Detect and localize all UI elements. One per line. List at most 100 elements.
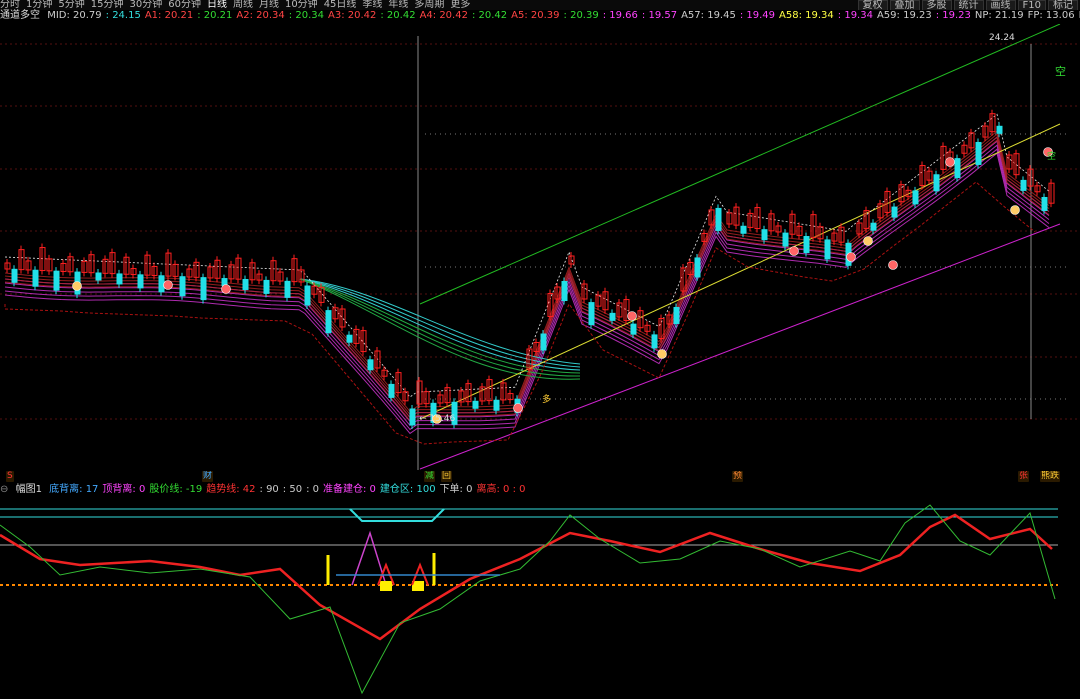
candle-body-115 xyxy=(824,239,831,260)
yellow-signal-block-0 xyxy=(380,581,392,591)
legend-item-19: : 19.23 xyxy=(935,10,971,21)
event-marker-4[interactable]: 预 xyxy=(732,471,744,482)
signal-coin-icon-1 xyxy=(163,280,173,290)
candle-body-67 xyxy=(472,400,479,409)
candle-body-19 xyxy=(137,274,144,289)
legend-item-12: : 19.66 xyxy=(602,10,638,21)
candle-body-7 xyxy=(53,270,60,291)
low-price-label: ← 15.46 xyxy=(419,414,456,424)
main-candlestick-chart[interactable] xyxy=(0,24,1080,470)
candle-body-100 xyxy=(715,207,722,231)
red-ribbon-1 xyxy=(4,133,1050,416)
candle-body-1 xyxy=(11,268,18,283)
candle-body-139 xyxy=(996,125,1003,134)
legend-item-13: : 19.57 xyxy=(641,10,678,21)
candle-body-97 xyxy=(694,257,701,278)
event-marker-5[interactable]: 张 xyxy=(1018,471,1030,482)
signal-coin-icon-9 xyxy=(863,236,873,246)
buildup-zone-shape xyxy=(349,508,445,522)
price-line xyxy=(0,504,1056,695)
candle-body-82 xyxy=(588,302,595,326)
signal-coin-icon-11 xyxy=(945,157,955,167)
candle-body-136 xyxy=(975,141,982,165)
trend-line xyxy=(0,513,1053,641)
legend-item-4: A2: 20.34 xyxy=(236,10,285,21)
candle-body-43 xyxy=(304,285,311,306)
sub-oscillator-chart[interactable] xyxy=(0,497,1080,699)
signal-kong-tag-2: 空 xyxy=(1047,152,1057,162)
sub-legend-item-3: 趋势线: 42 xyxy=(206,484,256,495)
candle-body-112 xyxy=(803,236,810,254)
candle-body-22 xyxy=(158,275,165,293)
candle-body-91 xyxy=(651,334,658,349)
event-marker-2[interactable]: 减 xyxy=(424,471,436,482)
signal-coin-icon-2 xyxy=(221,284,231,294)
event-marker-0[interactable]: S xyxy=(6,471,14,482)
legend-item-11: : 20.39 xyxy=(563,10,599,21)
sub-legend-item-9: 下单: 0 xyxy=(439,484,473,495)
event-marker-3[interactable]: 回 xyxy=(441,471,453,482)
signal-coin-icon-8 xyxy=(846,252,856,262)
candle-body-37 xyxy=(263,279,270,294)
legend-item-7: : 20.42 xyxy=(380,10,416,21)
candle-body-127 xyxy=(912,190,919,205)
legend-title[interactable]: 通道多空 xyxy=(0,10,40,21)
main-indicator-legend: 通道多空 MID: 20.79: 24.15 A1: 20.21: 20.21 A2… xyxy=(0,9,1080,23)
signal-coin-icon-6 xyxy=(657,349,667,359)
candle-body-40 xyxy=(284,280,291,298)
candle-body-121 xyxy=(870,222,877,231)
legend-item-17: : 19.34 xyxy=(837,10,873,21)
candle-body-85 xyxy=(609,312,616,321)
event-marker-6[interactable]: 熊跌 xyxy=(1040,471,1061,482)
sub-legend-item-0: 底背离: 17 xyxy=(49,484,99,495)
legend-item-8: A4: 20.42 xyxy=(419,10,468,21)
sub-indicator-legend: ⊖ 幅图1 底背离: 17 顶背离: 0 股价线: -19 趋势线: 42: 90: … xyxy=(0,483,1080,496)
candle-body-88 xyxy=(630,323,637,335)
candle-body-124 xyxy=(891,206,898,218)
signal-coin-icon-7 xyxy=(789,246,799,256)
candle-body-58 xyxy=(409,408,416,426)
sub-title[interactable]: 幅图1 xyxy=(16,484,42,495)
candle-body-145 xyxy=(1041,196,1048,211)
candle-body-25 xyxy=(179,276,186,297)
candle-body-4 xyxy=(32,269,39,287)
legend-item-10: A5: 20.39 xyxy=(511,10,560,21)
candle-body-106 xyxy=(761,229,768,241)
sub-legend-item-5: : 50 xyxy=(282,484,303,495)
sub-legend-item-10: 离高: 0 : 0 xyxy=(476,484,526,495)
candle-body-13 xyxy=(95,272,102,281)
legend-item-18: A59: 19.23 xyxy=(876,10,932,21)
signal-coin-icon-0 xyxy=(72,281,82,291)
legend-item-9: : 20.42 xyxy=(471,10,508,21)
legend-item-5: : 20.34 xyxy=(288,10,324,21)
signal-kong-tag: 空 xyxy=(1055,65,1066,78)
signal-coin-icon-4 xyxy=(513,403,523,413)
candle-body-49 xyxy=(346,334,353,343)
legend-item-2: A1: 20.21 xyxy=(144,10,194,21)
sub-collapse-icon[interactable]: ⊖ xyxy=(0,484,8,495)
candle-body-79 xyxy=(561,281,568,301)
candle-body-52 xyxy=(367,359,374,371)
candle-body-76 xyxy=(540,333,547,351)
candle-body-70 xyxy=(493,399,500,411)
sub-legend-item-1: 顶背离: 0 xyxy=(102,484,146,495)
candle-body-34 xyxy=(242,278,249,290)
signal-coin-icon-12 xyxy=(1010,205,1020,215)
legend-item-3: : 20.21 xyxy=(197,10,233,21)
legend-item-14: A57: 19.45 xyxy=(681,10,736,21)
channel-lower xyxy=(419,223,1061,470)
legend-item-0: MID: 20.79 xyxy=(47,10,102,21)
candle-body-28 xyxy=(200,277,207,301)
candle-body-55 xyxy=(388,383,395,398)
legend-item-21: FP: 13.06 xyxy=(1027,10,1075,21)
legend-item-1: : 24.15 xyxy=(105,10,141,21)
legend-item-15: : 19.49 xyxy=(739,10,776,21)
sub-legend-item-4: : 90 xyxy=(259,484,279,495)
event-marker-1[interactable]: 财 xyxy=(202,471,214,482)
candle-body-103 xyxy=(740,225,747,234)
candle-body-46 xyxy=(325,310,332,334)
candle-body-16 xyxy=(116,273,123,285)
signal-duo-tag: 多 xyxy=(542,395,552,405)
sub-legend-item-8: 建仓区: 100 xyxy=(379,484,436,495)
candle-body-133 xyxy=(954,158,961,179)
